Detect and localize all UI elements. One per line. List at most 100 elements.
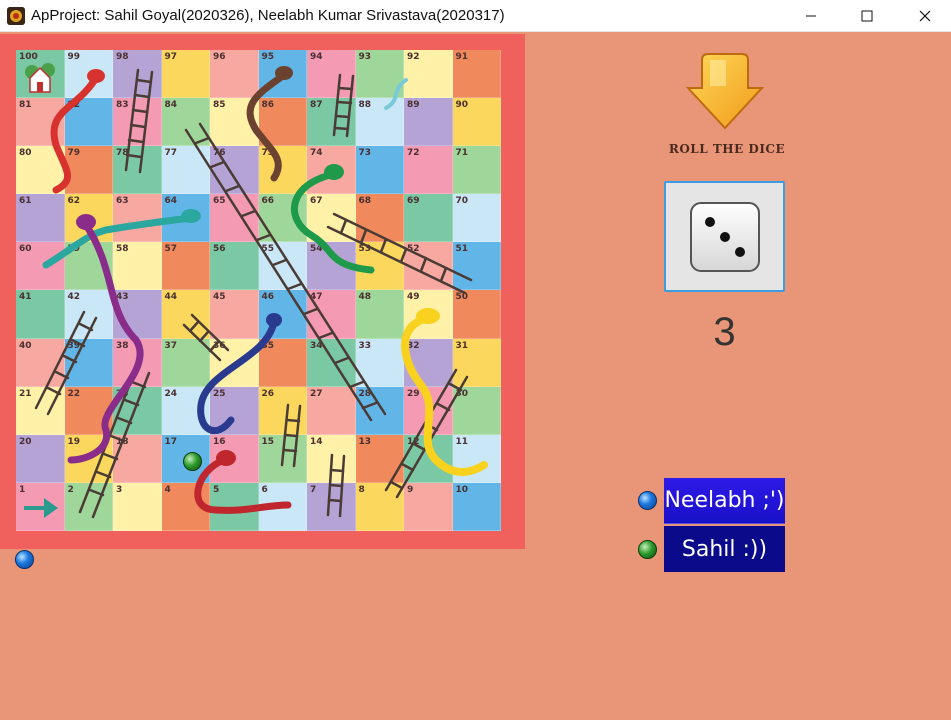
board-cell: 32 [404,338,453,387]
board-cell: 11 [452,434,501,483]
board-cell: 65 [210,194,259,243]
player-1-button[interactable]: Neelabh ;') [664,478,785,524]
cell-number: 3 [116,484,123,495]
board-cell: 83 [113,98,162,147]
board-cell: 27 [307,386,356,435]
cell-number: 98 [116,52,129,62]
board-cell: 18 [113,434,162,483]
board-cell: 15 [258,434,307,483]
board-cell: 98 [113,50,162,99]
maximize-icon [861,10,873,22]
board-cell: 92 [404,50,453,99]
cell-number: 99 [67,52,81,62]
board-cell: 29 [404,386,453,435]
board-cell: 66 [258,194,307,243]
board-cell: 46 [258,290,307,339]
board-cell: 9 [404,482,453,531]
cell-number: 78 [116,148,129,159]
board-cell: 14 [307,434,356,483]
cell-number: 49 [407,292,420,303]
board-cell: 77 [161,146,210,195]
cell-number: 73 [358,148,372,159]
cell-number: 60 [19,244,32,255]
close-button[interactable] [901,0,949,32]
roll-dice-button[interactable] [664,181,785,292]
board-cell: 10 [452,482,501,531]
cell-number: 76 [213,148,226,159]
board-cell: 21 [16,386,65,435]
board-cell: 45 [210,290,259,339]
board-cell: 8 [355,482,404,531]
cell-number: 56 [213,244,226,255]
cell-number: 10 [455,484,469,495]
cell-number: 86 [261,100,275,111]
cell-number: 17 [164,436,178,447]
cell-number: 53 [358,244,372,255]
cell-number: 44 [164,292,178,303]
player-1-token [15,550,34,569]
cell-number: 50 [455,292,469,303]
cell-number: 63 [116,196,129,207]
player-2-button[interactable]: Sahil :)) [664,526,785,572]
cell-number: 57 [164,244,178,255]
board-cell: 97 [161,50,210,99]
cell-number: 11 [455,436,469,447]
board-cell: 67 [307,194,356,243]
cell-number: 70 [455,196,469,207]
cell-number: 71 [455,148,469,159]
board-cell: 60 [16,242,65,291]
minimize-button[interactable] [787,0,835,32]
board-cell: 86 [258,98,307,147]
cell-number: 51 [455,244,469,255]
cell-number: 64 [164,196,178,207]
board-cell: 19 [64,434,113,483]
cell-number: 23 [116,388,129,399]
board-cell: 40 [16,338,65,387]
player-2-token [183,452,202,471]
board-cell: 1 [16,482,65,531]
cell-number: 100 [19,52,38,62]
cell-number: 18 [116,436,129,447]
board-cell: 37 [161,338,210,387]
board-cell: 76 [210,146,259,195]
maximize-button[interactable] [843,0,891,32]
board-cell: 74 [307,146,356,195]
cell-number: 90 [455,100,469,111]
board-cell: 35 [258,338,307,387]
board-cell: 41 [16,290,65,339]
cell-number: 79 [67,148,81,159]
cell-number: 16 [213,436,226,447]
board-cell: 12 [404,434,453,483]
minimize-icon [806,15,816,17]
cell-number: 83 [116,100,129,111]
board-cell: 34 [307,338,356,387]
board-cell: 26 [258,386,307,435]
cell-number: 35 [261,340,275,351]
board-cell: 5 [210,482,259,531]
board-cell: 33 [355,338,404,387]
cell-number: 32 [407,340,420,351]
cell-number: 27 [310,388,323,399]
cell-number: 39 [67,340,81,351]
board-cell: 93 [355,50,404,99]
cell-number: 69 [407,196,420,207]
cell-number: 41 [19,292,32,303]
cell-number: 40 [19,340,32,351]
cell-number: 2 [67,484,74,495]
cell-number: 74 [310,148,323,159]
cell-number: 96 [213,52,226,62]
game-board: 100 99 98 97 96 95 94 93 92 91 81 82 83 84 85 86 87 88 89 9… [16,50,501,531]
cell-number: 72 [407,148,420,159]
cell-number: 47 [310,292,323,303]
cell-number: 97 [164,52,178,62]
cell-number: 38 [116,340,129,351]
title-bar: ApProject: Sahil Goyal(2020326), Neelabh… [0,0,951,32]
cell-number: 52 [407,244,420,255]
cell-number: 67 [310,196,323,207]
cell-number: 33 [358,340,372,351]
cell-number: 89 [407,100,420,111]
board-cell: 57 [161,242,210,291]
board-cell: 69 [404,194,453,243]
cell-number: 46 [261,292,275,303]
cell-number: 14 [310,436,323,447]
